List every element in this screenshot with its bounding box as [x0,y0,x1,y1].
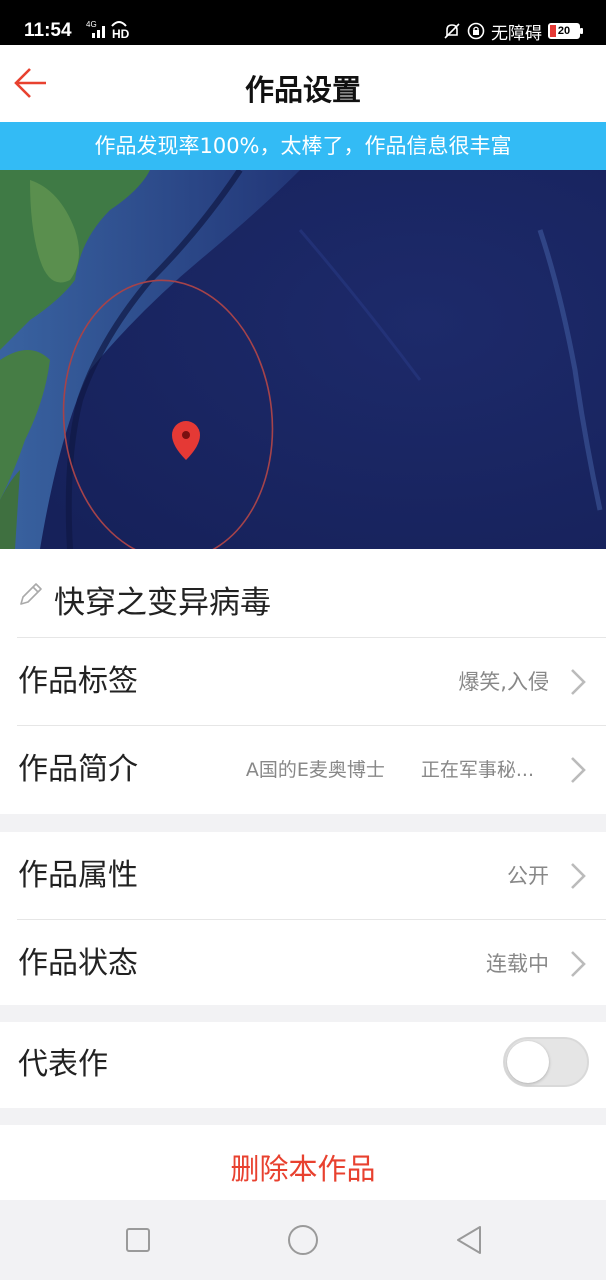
system-nav-bar [0,1200,606,1280]
svg-text:HD: HD [112,27,130,40]
status-time: 11:54 [24,20,72,41]
map-svg [0,170,606,549]
representative-label: 代表作 [18,1047,108,1082]
app-header: 作品设置 [0,45,606,122]
tags-value: 爆笑,入侵 [458,670,549,694]
recent-apps-icon[interactable] [126,1228,150,1252]
row-attribute[interactable]: 作品属性 公开 [0,832,606,920]
attribute-value: 公开 [507,864,549,888]
cover-map-image[interactable] [0,170,606,549]
page-title: 作品设置 [244,73,361,107]
intro-value-part2: 正在军事秘... [420,759,534,781]
status-label: 作品状态 [18,946,138,981]
svg-text:4G: 4G [86,20,97,29]
row-status[interactable]: 作品状态 连载中 [0,920,606,1008]
delete-work-button[interactable]: 删除本作品 [0,1125,606,1200]
work-title[interactable]: 快穿之变异病毒 [54,577,271,622]
chevron-right-icon [571,863,586,889]
representative-toggle[interactable] [503,1037,589,1087]
info-card-basic: 作品标签 爆笑,入侵 作品简介 A国的E麦奥博士 正在军事秘... [0,638,606,814]
intro-value-part1: A国的E麦奥博士 [245,759,385,781]
attribute-label: 作品属性 [18,858,138,893]
mute-icon [444,23,460,39]
chevron-right-icon [571,951,586,977]
toggle-knob [507,1041,549,1083]
discovery-banner: 作品发现率100%，太棒了，作品信息很丰富 [0,122,606,170]
status-bar: 11:54 4G HD 无障碍 20 [0,0,606,45]
intro-label: 作品简介 [18,752,138,787]
home-icon[interactable] [288,1225,318,1255]
nav-back-icon[interactable] [456,1225,482,1255]
status-right: 无障碍 20 [443,18,583,44]
pencil-icon[interactable] [17,580,45,608]
lock-rotation-icon [467,22,485,40]
signal-icon: 4G HD [86,20,130,40]
tags-label: 作品标签 [18,664,138,699]
battery-icon: 20 [548,23,583,39]
info-card-properties: 作品属性 公开 作品状态 连载中 [0,832,606,1005]
row-tags[interactable]: 作品标签 爆笑,入侵 [0,638,606,726]
accessibility-text: 无障碍 [491,23,542,44]
intro-value: A国的E麦奥博士 正在军事秘... [246,726,534,814]
chevron-right-icon [571,669,586,695]
row-intro[interactable]: 作品简介 A国的E麦奥博士 正在军事秘... [0,726,606,814]
status-value: 连载中 [486,952,549,976]
chevron-right-icon [571,757,586,783]
